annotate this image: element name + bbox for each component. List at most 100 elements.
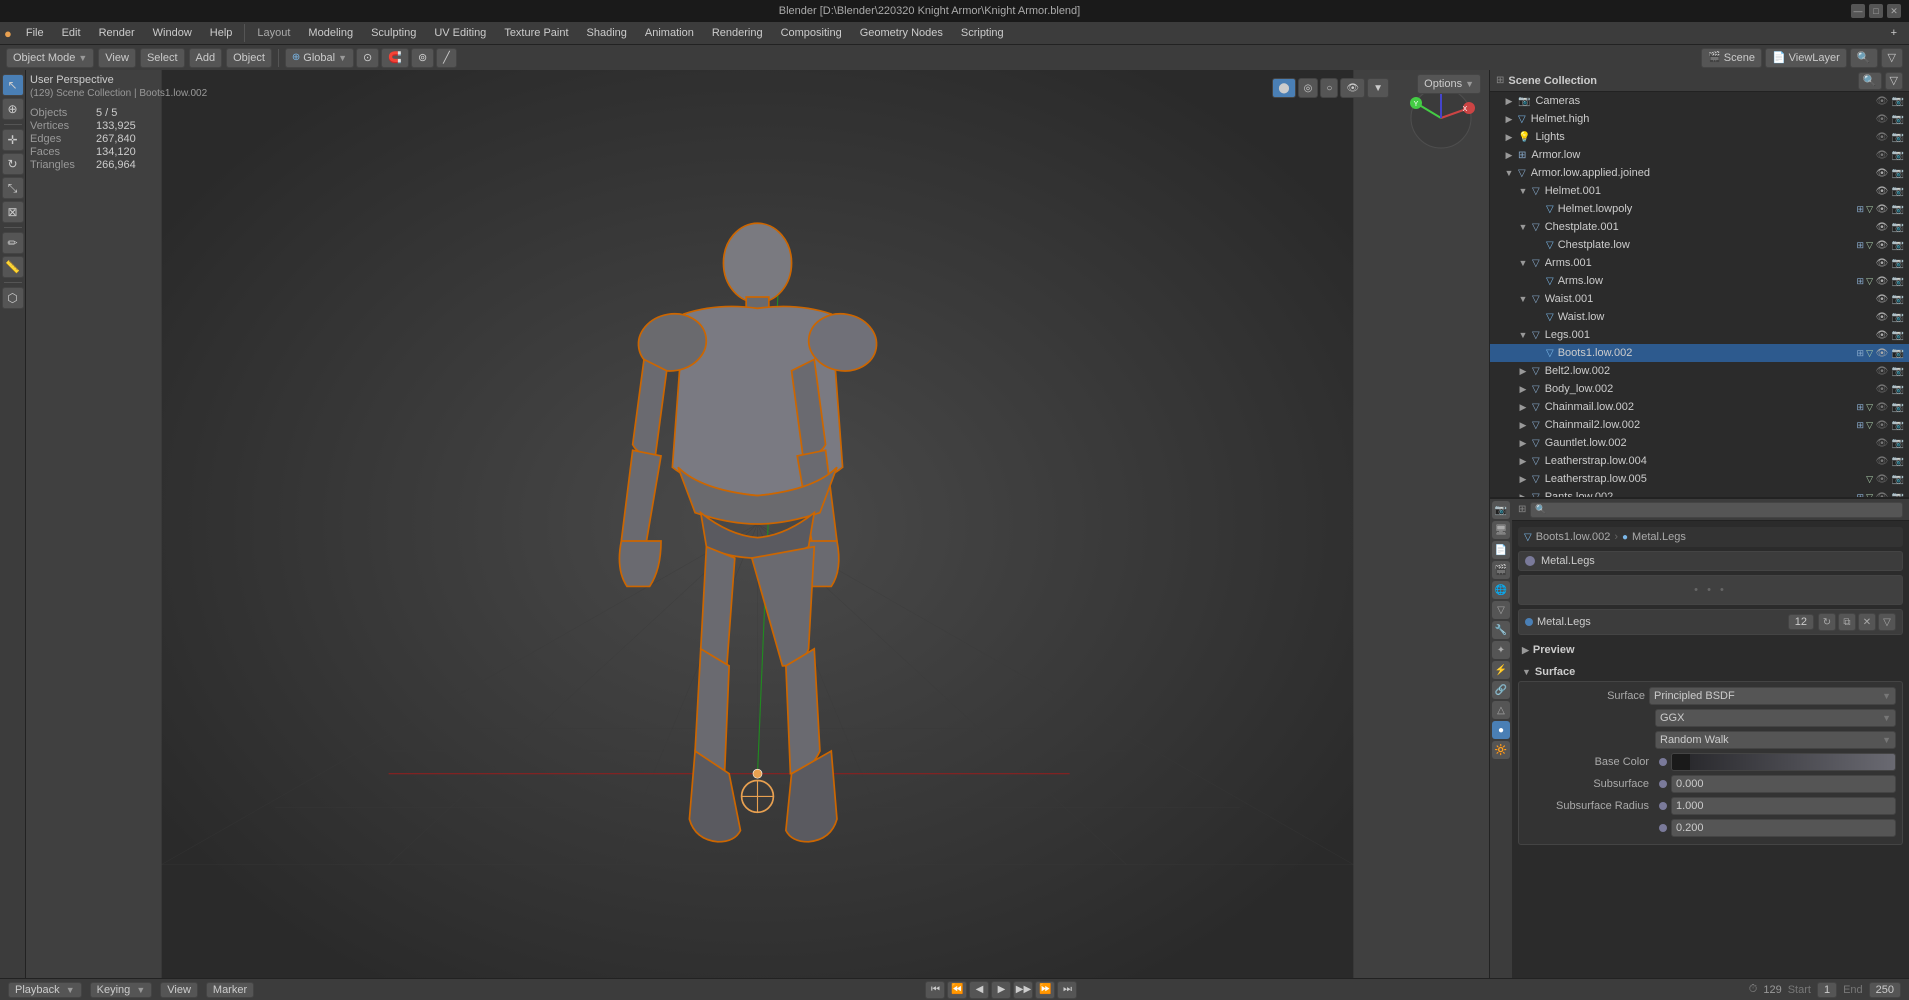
win-controls[interactable]: — □ ✕: [1851, 4, 1901, 18]
vis-render[interactable]: 📷: [1891, 240, 1905, 251]
vis-eye[interactable]: 👁: [1875, 294, 1889, 305]
vis-eye[interactable]: 👁: [1875, 114, 1889, 125]
menu-help[interactable]: Help: [202, 25, 241, 41]
tab-scene[interactable]: 🎬: [1492, 561, 1510, 579]
distribution-dropdown[interactable]: GGX ▼: [1655, 709, 1896, 727]
subsurface-radius-link-dot[interactable]: [1659, 802, 1667, 810]
vis-render[interactable]: 📷: [1891, 168, 1905, 179]
vis-render[interactable]: 📷: [1891, 438, 1905, 449]
skip-to-start-btn[interactable]: ⏮: [925, 981, 945, 999]
view-layer-selector[interactable]: 📄 ViewLayer: [1765, 48, 1847, 68]
surface-dropdown[interactable]: Principled BSDF ▼: [1649, 687, 1896, 705]
outliner-item-helmet-lowpoly[interactable]: ▽ Helmet.lowpoly ⊞ ▽ 👁 📷: [1490, 200, 1909, 218]
vis-render[interactable]: 📷: [1891, 150, 1905, 161]
outliner-item-chainmail-low-002[interactable]: ▶ ▽ Chainmail.low.002 ⊞ ▽ 👁 📷: [1490, 398, 1909, 416]
close-btn[interactable]: ✕: [1887, 4, 1901, 18]
workspace-add[interactable]: +: [1883, 25, 1905, 41]
outliner-item-chainmail2-low-002[interactable]: ▶ ▽ Chainmail2.low.002 ⊞ ▽ 👁 📷: [1490, 416, 1909, 434]
ws-rendering[interactable]: Rendering: [704, 25, 771, 41]
vis-eye[interactable]: 👁: [1875, 222, 1889, 233]
skip-to-end-btn[interactable]: ⏭: [1057, 981, 1077, 999]
tab-constraints[interactable]: 🔗: [1492, 681, 1510, 699]
shader-reload-btn[interactable]: ↻: [1818, 613, 1836, 631]
vis-render[interactable]: 📷: [1891, 294, 1905, 305]
vis-render[interactable]: 📷: [1891, 384, 1905, 395]
outliner-item-armor-low[interactable]: ▶ ⊞ Armor.low 👁 📷: [1490, 146, 1909, 164]
vis-eye[interactable]: 👁: [1875, 456, 1889, 467]
menu-edit[interactable]: Edit: [54, 25, 89, 41]
outliner-item-body-low-002[interactable]: ▶ ▽ Body_low.002 👁 📷: [1490, 380, 1909, 398]
outliner-item-helmet-001[interactable]: ▼ ▽ Helmet.001 👁 📷: [1490, 182, 1909, 200]
ws-compositing[interactable]: Compositing: [773, 25, 850, 41]
start-frame-field[interactable]: 1: [1817, 982, 1837, 998]
add-menu[interactable]: Add: [189, 48, 223, 68]
outliner-item-belt2-low-002[interactable]: ▶ ▽ Belt2.low.002 👁 📷: [1490, 362, 1909, 380]
material-slot[interactable]: Metal.Legs: [1518, 551, 1903, 571]
outliner-item-leatherstrap-004[interactable]: ▶ ▽ Leatherstrap.low.004 👁 📷: [1490, 452, 1909, 470]
props-search[interactable]: 🔍: [1530, 502, 1903, 518]
vis-render[interactable]: 📷: [1891, 402, 1905, 413]
ws-uv-editing[interactable]: UV Editing: [426, 25, 494, 41]
tab-data[interactable]: △: [1492, 701, 1510, 719]
vis-eye[interactable]: 👁: [1875, 186, 1889, 197]
menu-render[interactable]: Render: [91, 25, 143, 41]
vis-render[interactable]: 📷: [1891, 276, 1905, 287]
vis-eye[interactable]: 👁: [1875, 312, 1889, 323]
outliner-item-leatherstrap-005[interactable]: ▶ ▽ Leatherstrap.low.005 ▽ 👁 📷: [1490, 470, 1909, 488]
vis-eye[interactable]: 👁: [1875, 366, 1889, 377]
menu-file[interactable]: File: [18, 25, 52, 41]
vis-render[interactable]: 📷: [1891, 474, 1905, 485]
ws-geometry-nodes[interactable]: Geometry Nodes: [852, 25, 951, 41]
tool-transform[interactable]: ⊠: [2, 201, 24, 223]
menu-window[interactable]: Window: [145, 25, 200, 41]
proportional-btn[interactable]: ⊚: [411, 48, 434, 68]
marker-btn[interactable]: Marker: [206, 982, 254, 998]
vis-eye[interactable]: 👁: [1875, 132, 1889, 143]
render-mode-rendered[interactable]: ○: [1320, 78, 1338, 98]
ws-sculpting[interactable]: Sculpting: [363, 25, 424, 41]
shader-num[interactable]: 12: [1788, 614, 1814, 630]
vis-render[interactable]: 📷: [1891, 186, 1905, 197]
transform-orientation[interactable]: ⊕ Global ▼: [285, 48, 354, 68]
tab-world[interactable]: 🌐: [1492, 581, 1510, 599]
outliner-item-cameras[interactable]: ▶ 📷 Cameras 👁 📷: [1490, 92, 1909, 110]
outliner-filter[interactable]: ▽: [1885, 72, 1903, 90]
outliner-item-boots1-low-002[interactable]: ▽ Boots1.low.002 ⊞ ▽ 👁 📷: [1490, 344, 1909, 362]
play-btn[interactable]: ▶: [991, 981, 1011, 999]
maximize-btn[interactable]: □: [1869, 4, 1883, 18]
surface-header[interactable]: ▼ Surface: [1518, 663, 1903, 681]
vis-eye[interactable]: 👁: [1875, 438, 1889, 449]
mode-selector[interactable]: Object Mode ▼: [6, 48, 94, 68]
subsurface-method-dropdown[interactable]: Random Walk ▼: [1655, 731, 1896, 749]
step-back-btn[interactable]: ◀: [969, 981, 989, 999]
tab-render[interactable]: 📷: [1492, 501, 1510, 519]
tool-measure[interactable]: 📏: [2, 256, 24, 278]
vis-eye[interactable]: 👁: [1875, 330, 1889, 341]
outliner-item-lights[interactable]: ▶ 💡 Lights 👁 📷: [1490, 128, 1909, 146]
vis-eye[interactable]: 👁: [1875, 474, 1889, 485]
outliner-item-legs-001[interactable]: ▼ ▽ Legs.001 👁 📷: [1490, 326, 1909, 344]
vis-eye[interactable]: 👁: [1875, 348, 1889, 359]
step-fwd-btn[interactable]: ▶▶: [1013, 981, 1033, 999]
outliner-search[interactable]: 🔍: [1858, 72, 1882, 90]
vis-render[interactable]: 📷: [1891, 114, 1905, 125]
snap-btn[interactable]: 🧲: [381, 48, 409, 68]
tool-move[interactable]: ✛: [2, 129, 24, 151]
vis-eye[interactable]: 👁: [1875, 204, 1889, 215]
tab-modifier[interactable]: 🔧: [1492, 621, 1510, 639]
outliner-item-arms-001[interactable]: ▼ ▽ Arms.001 👁 📷: [1490, 254, 1909, 272]
subsurface-field[interactable]: 0.000: [1671, 775, 1896, 793]
select-menu[interactable]: Select: [140, 48, 185, 68]
tab-particles[interactable]: ✦: [1492, 641, 1510, 659]
ws-shading[interactable]: Shading: [579, 25, 635, 41]
shader-close-btn[interactable]: ✕: [1858, 613, 1876, 631]
overlay-btn[interactable]: 👁: [1340, 78, 1365, 98]
outliner-item-chestplate-001[interactable]: ▼ ▽ Chestplate.001 👁 📷: [1490, 218, 1909, 236]
subsurface-scale-field[interactable]: 0.200: [1671, 819, 1896, 837]
tab-material[interactable]: ●: [1492, 721, 1510, 739]
tab-physics[interactable]: ⚡: [1492, 661, 1510, 679]
options-btn[interactable]: Options ▼: [1417, 74, 1481, 94]
vis-eye[interactable]: 👁: [1875, 240, 1889, 251]
pivot-btn[interactable]: ⊙: [356, 48, 379, 68]
tool-annotate[interactable]: ✏: [2, 232, 24, 254]
